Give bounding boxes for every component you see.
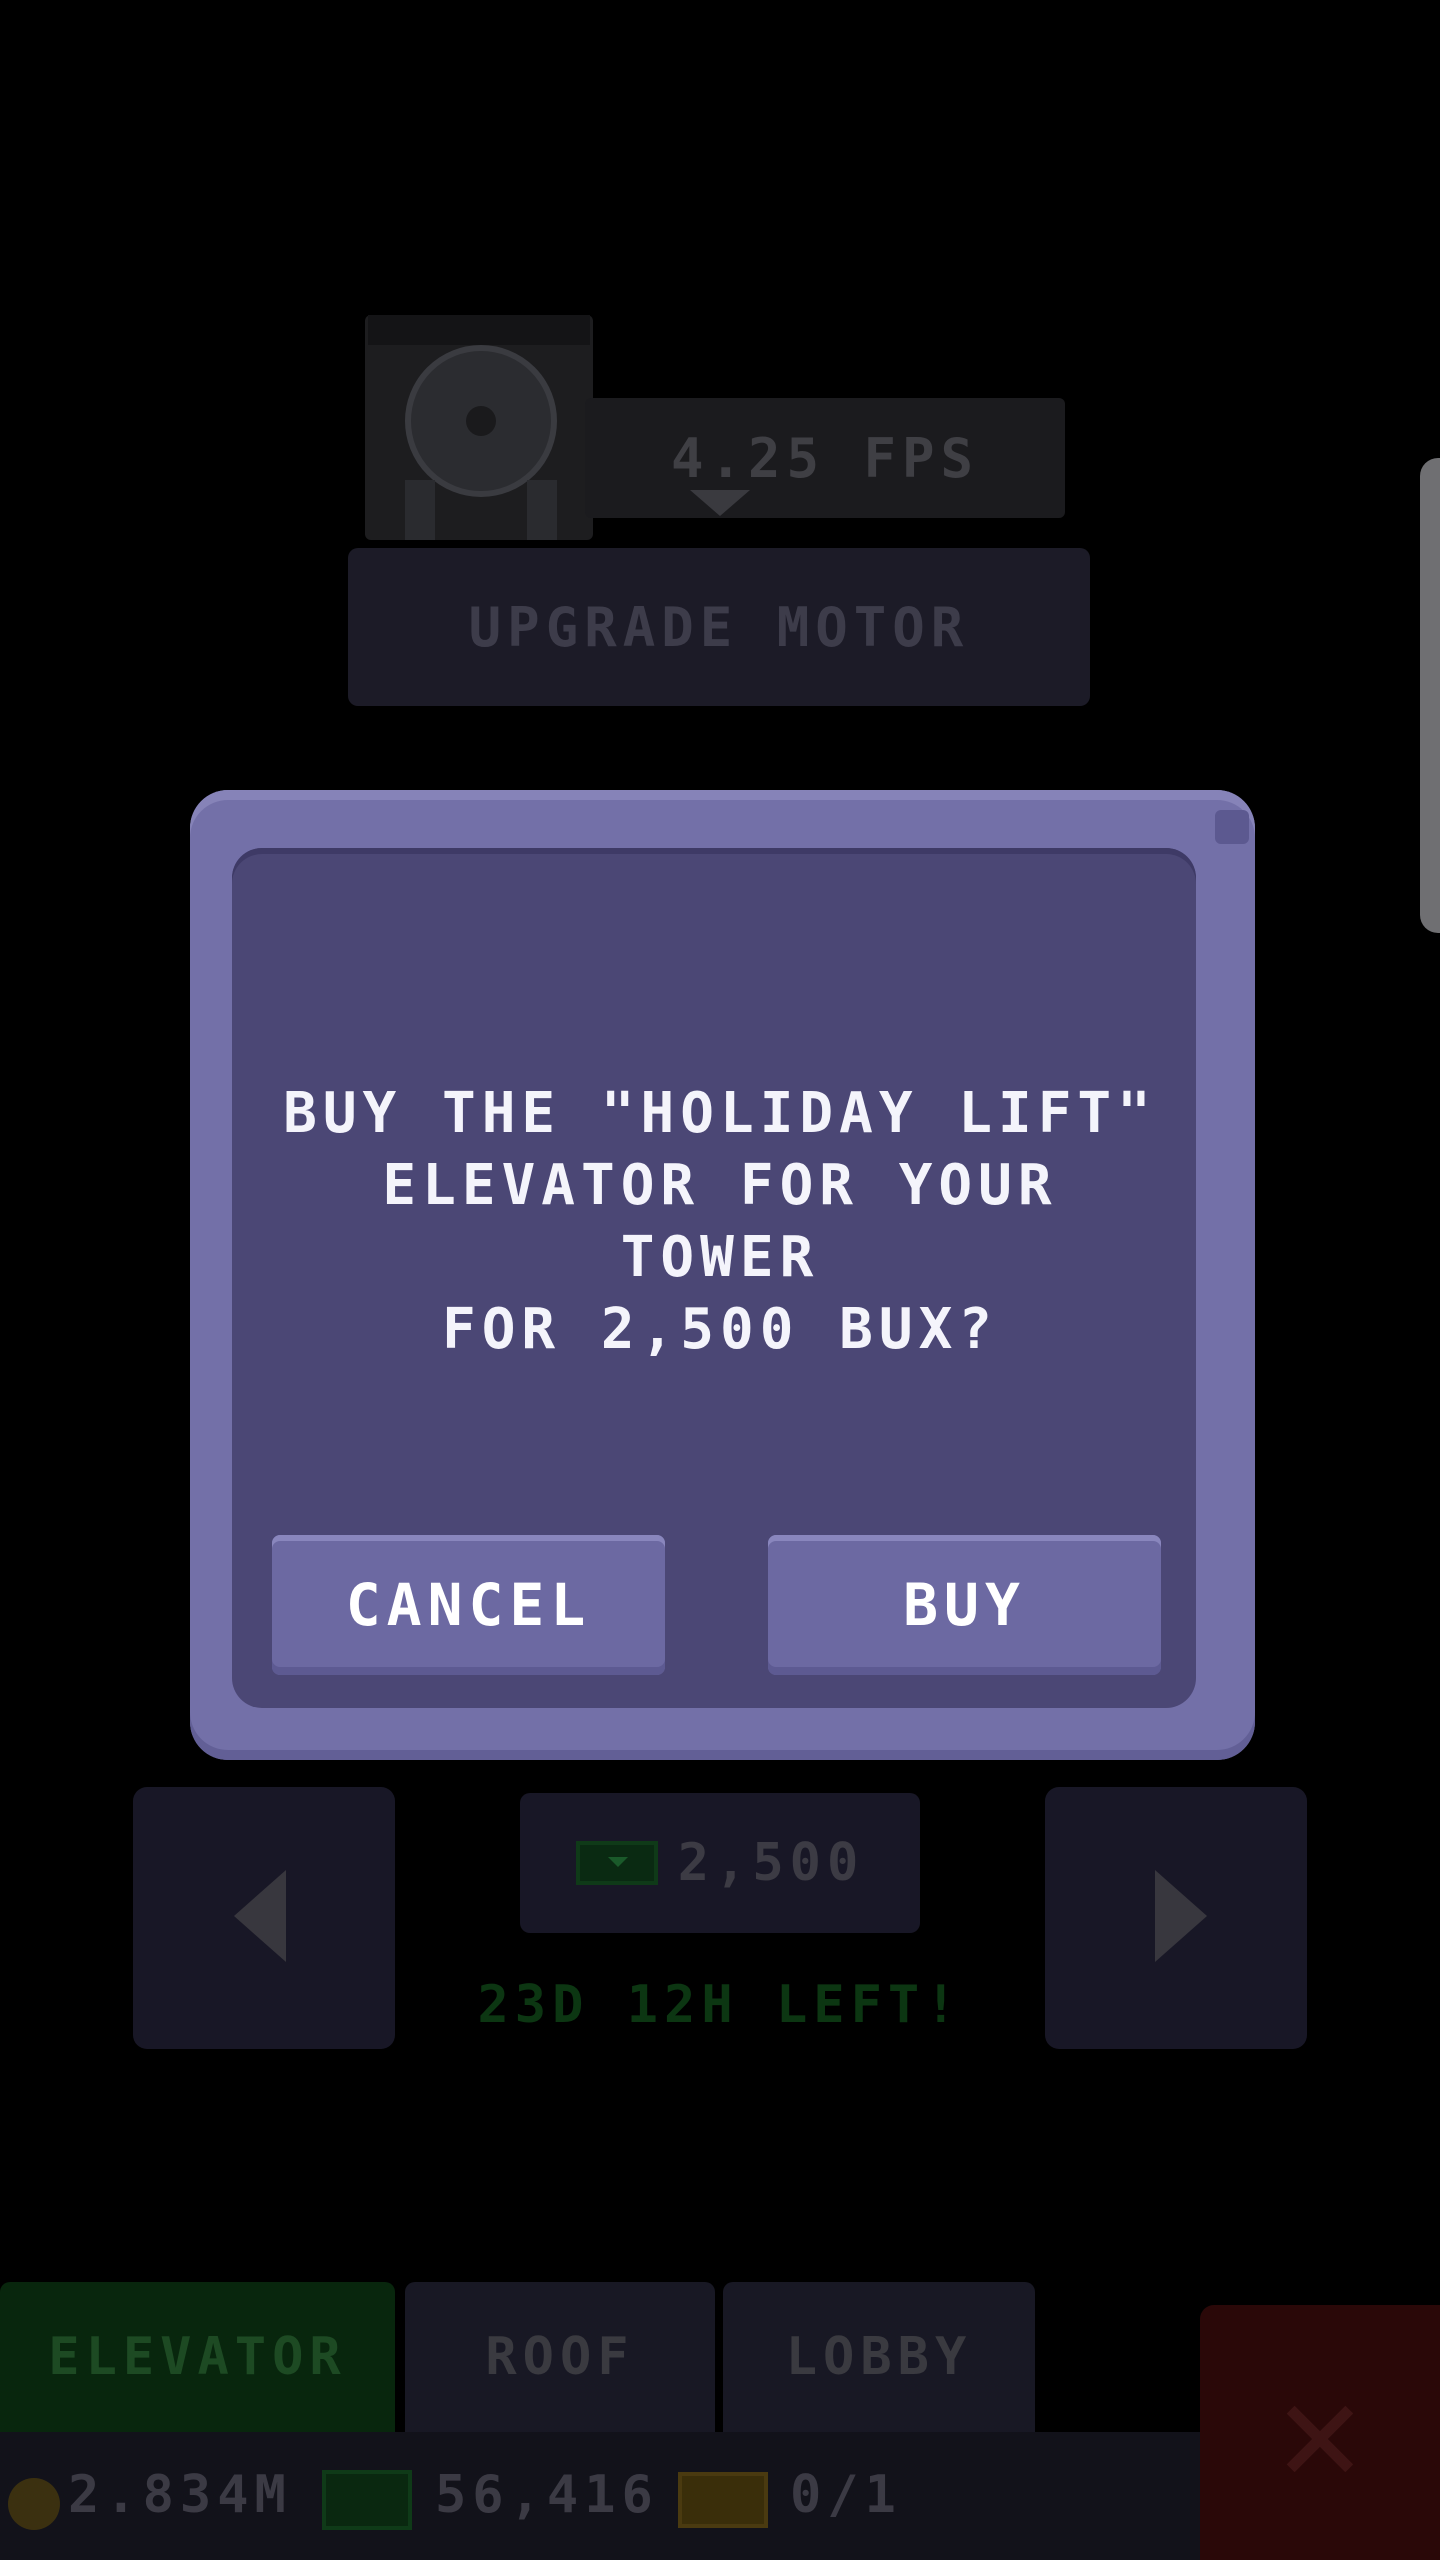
- chevron-left-icon: [234, 1870, 286, 1962]
- tickets-count: 0/1: [790, 2465, 902, 2525]
- close-button[interactable]: ✕: [1200, 2305, 1440, 2560]
- motor-hub: [466, 406, 496, 436]
- price-value: 2,500: [677, 1833, 865, 1893]
- bux-icon: [322, 2470, 412, 2530]
- dialog-message-line: ELEVATOR FOR YOUR TOWER: [382, 1153, 1058, 1290]
- bux-count: 56,416: [435, 2465, 659, 2525]
- chevron-right-icon: [1155, 1870, 1207, 1962]
- ticket-icon: [678, 2472, 768, 2528]
- edge-panel-handle[interactable]: [1420, 458, 1440, 933]
- tab-lobby[interactable]: LOBBY: [723, 2282, 1035, 2432]
- coins-count: 2.834M: [68, 2465, 292, 2525]
- motor-leg: [405, 480, 435, 540]
- price-button[interactable]: 2,500: [520, 1793, 920, 1933]
- tab-elevator[interactable]: ELEVATOR: [0, 2282, 395, 2432]
- dialog-message-line: FOR 2,500 BUX?: [441, 1297, 998, 1362]
- close-icon: ✕: [1277, 2351, 1363, 2514]
- caret-down-icon: [690, 490, 750, 516]
- dialog-corner: [1215, 810, 1249, 844]
- motor-speed-display: 4.25 FPS: [585, 398, 1065, 518]
- cancel-button[interactable]: CANCEL: [272, 1535, 665, 1675]
- motor-cap: [368, 315, 590, 345]
- buy-button[interactable]: BUY: [768, 1535, 1161, 1675]
- dialog-message-line: BUY THE "HOLIDAY LIFT": [283, 1081, 1157, 1146]
- motor-leg: [527, 480, 557, 540]
- bux-icon: [575, 1841, 658, 1885]
- coin-icon: [8, 2478, 60, 2530]
- dialog-message: BUY THE "HOLIDAY LIFT" ELEVATOR FOR YOUR…: [280, 1078, 1160, 1366]
- time-left-label: 23D 12H LEFT!: [477, 1975, 963, 2035]
- tab-roof[interactable]: ROOF: [405, 2282, 715, 2432]
- upgrade-motor-button[interactable]: UPGRADE MOTOR: [348, 548, 1090, 706]
